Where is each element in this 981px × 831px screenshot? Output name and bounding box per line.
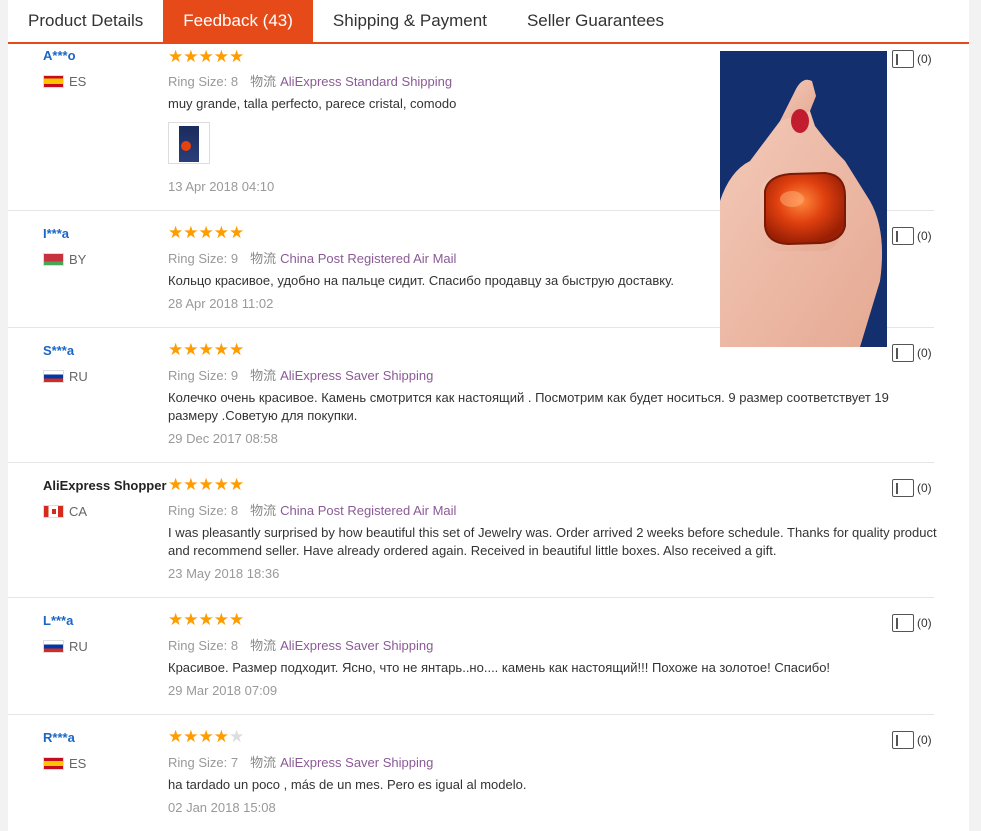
reviewer-country: ES [43, 756, 86, 771]
helpful-button[interactable]: (0) [892, 614, 932, 632]
reviewer-country: BY [43, 252, 86, 267]
review-meta: Ring Size: 9 物流 China Post Registered Air … [168, 251, 457, 266]
reviewer-name[interactable]: L***a [43, 613, 73, 628]
thumbs-up-icon [892, 614, 914, 632]
review-item: AliExpress Shopper CA ★★★★★ Ring Size: 8… [8, 463, 937, 598]
review-text: Колечко очень красивое. Камень смотрится… [168, 390, 889, 423]
flag-icon [43, 253, 64, 266]
review-date: 02 Jan 2018 15:08 [168, 800, 276, 815]
reviewer-name[interactable]: A***o [43, 48, 76, 63]
reviewer-country: CA [43, 504, 87, 519]
review-meta: Ring Size: 8 物流 AliExpress Standard Shippi… [168, 74, 453, 89]
thumbs-up-icon [892, 344, 914, 362]
review-date: 13 Apr 2018 04:10 [168, 179, 275, 194]
flag-icon [43, 505, 64, 518]
review-meta: Ring Size: 7 物流 AliExpress Saver Shipping [168, 755, 434, 770]
review-date: 29 Dec 2017 08:58 [168, 431, 278, 446]
helpful-button[interactable]: (0) [892, 731, 932, 749]
flag-icon [43, 75, 64, 88]
helpful-button[interactable]: (0) [892, 344, 932, 362]
review-date: 29 Mar 2018 07:09 [168, 683, 278, 698]
helpful-button[interactable]: (0) [892, 50, 932, 68]
thumbs-up-icon [892, 50, 914, 68]
review-meta: Ring Size: 8 物流 China Post Registered Air … [168, 503, 457, 518]
star-rating: ★★★★★ [168, 340, 245, 359]
review-text: ha tardado un poco , más de un mes. Pero… [168, 777, 527, 792]
review-item: S***a RU ★★★★★ Ring Size: 9 物流 AliExpress … [8, 328, 934, 463]
country-code: ES [69, 74, 87, 89]
tab-seller-guarantees[interactable]: Seller Guarantees [507, 0, 684, 42]
helpful-button[interactable]: (0) [892, 479, 932, 497]
flag-icon [43, 370, 64, 383]
reviewer-country: RU [43, 369, 88, 384]
helpful-button[interactable]: (0) [892, 227, 932, 245]
reviewer-name[interactable]: R***a [43, 730, 75, 745]
reviewer-country: RU [43, 639, 88, 654]
flag-icon [43, 757, 64, 770]
review-meta: Ring Size: 9 物流 AliExpress Saver Shipping [168, 368, 434, 383]
review-text: Красивое. Размер подходит. Ясно, что не … [168, 660, 831, 675]
star-rating: ★★★★★ [168, 223, 245, 242]
tab-feedback[interactable]: Feedback (43) [163, 0, 313, 42]
review-photo-thumbnail[interactable] [168, 122, 210, 164]
review-photo-preview[interactable] [720, 51, 887, 347]
star-rating: ★★★★★ [168, 475, 245, 494]
thumbs-up-icon [892, 227, 914, 245]
hand-with-ring-photo [720, 51, 887, 347]
thumbs-up-icon [892, 731, 914, 749]
reviewer-name[interactable]: I***a [43, 226, 69, 241]
star-rating: ★★★★★ [168, 47, 245, 66]
reviewer-name: AliExpress Shopper [43, 478, 167, 493]
reviewer-country: ES [43, 74, 86, 89]
review-date: 23 May 2018 18:36 [168, 566, 280, 581]
review-item: R***a ES ★★★★★ Ring Size: 7 物流 AliExpress … [8, 715, 934, 831]
review-meta: Ring Size: 8 物流 AliExpress Saver Shipping [168, 638, 434, 653]
thumbs-up-icon [892, 479, 914, 497]
tab-product-details[interactable]: Product Details [8, 0, 163, 42]
review-date: 28 Apr 2018 11:02 [168, 296, 274, 311]
tab-bar: Product Details Feedback (43) Shipping &… [8, 0, 969, 44]
flag-icon [43, 640, 64, 653]
tab-shipping-payment[interactable]: Shipping & Payment [313, 0, 507, 42]
star-rating: ★★★★★ [168, 727, 245, 746]
review-item: L***a RU ★★★★★ Ring Size: 8 物流 AliExpress … [8, 598, 934, 715]
reviewer-name[interactable]: S***a [43, 343, 74, 358]
star-rating: ★★★★★ [168, 610, 245, 629]
feedback-panel: Product Details Feedback (43) Shipping &… [8, 0, 969, 831]
review-text: I was pleasantly surprised by how beauti… [168, 525, 937, 558]
